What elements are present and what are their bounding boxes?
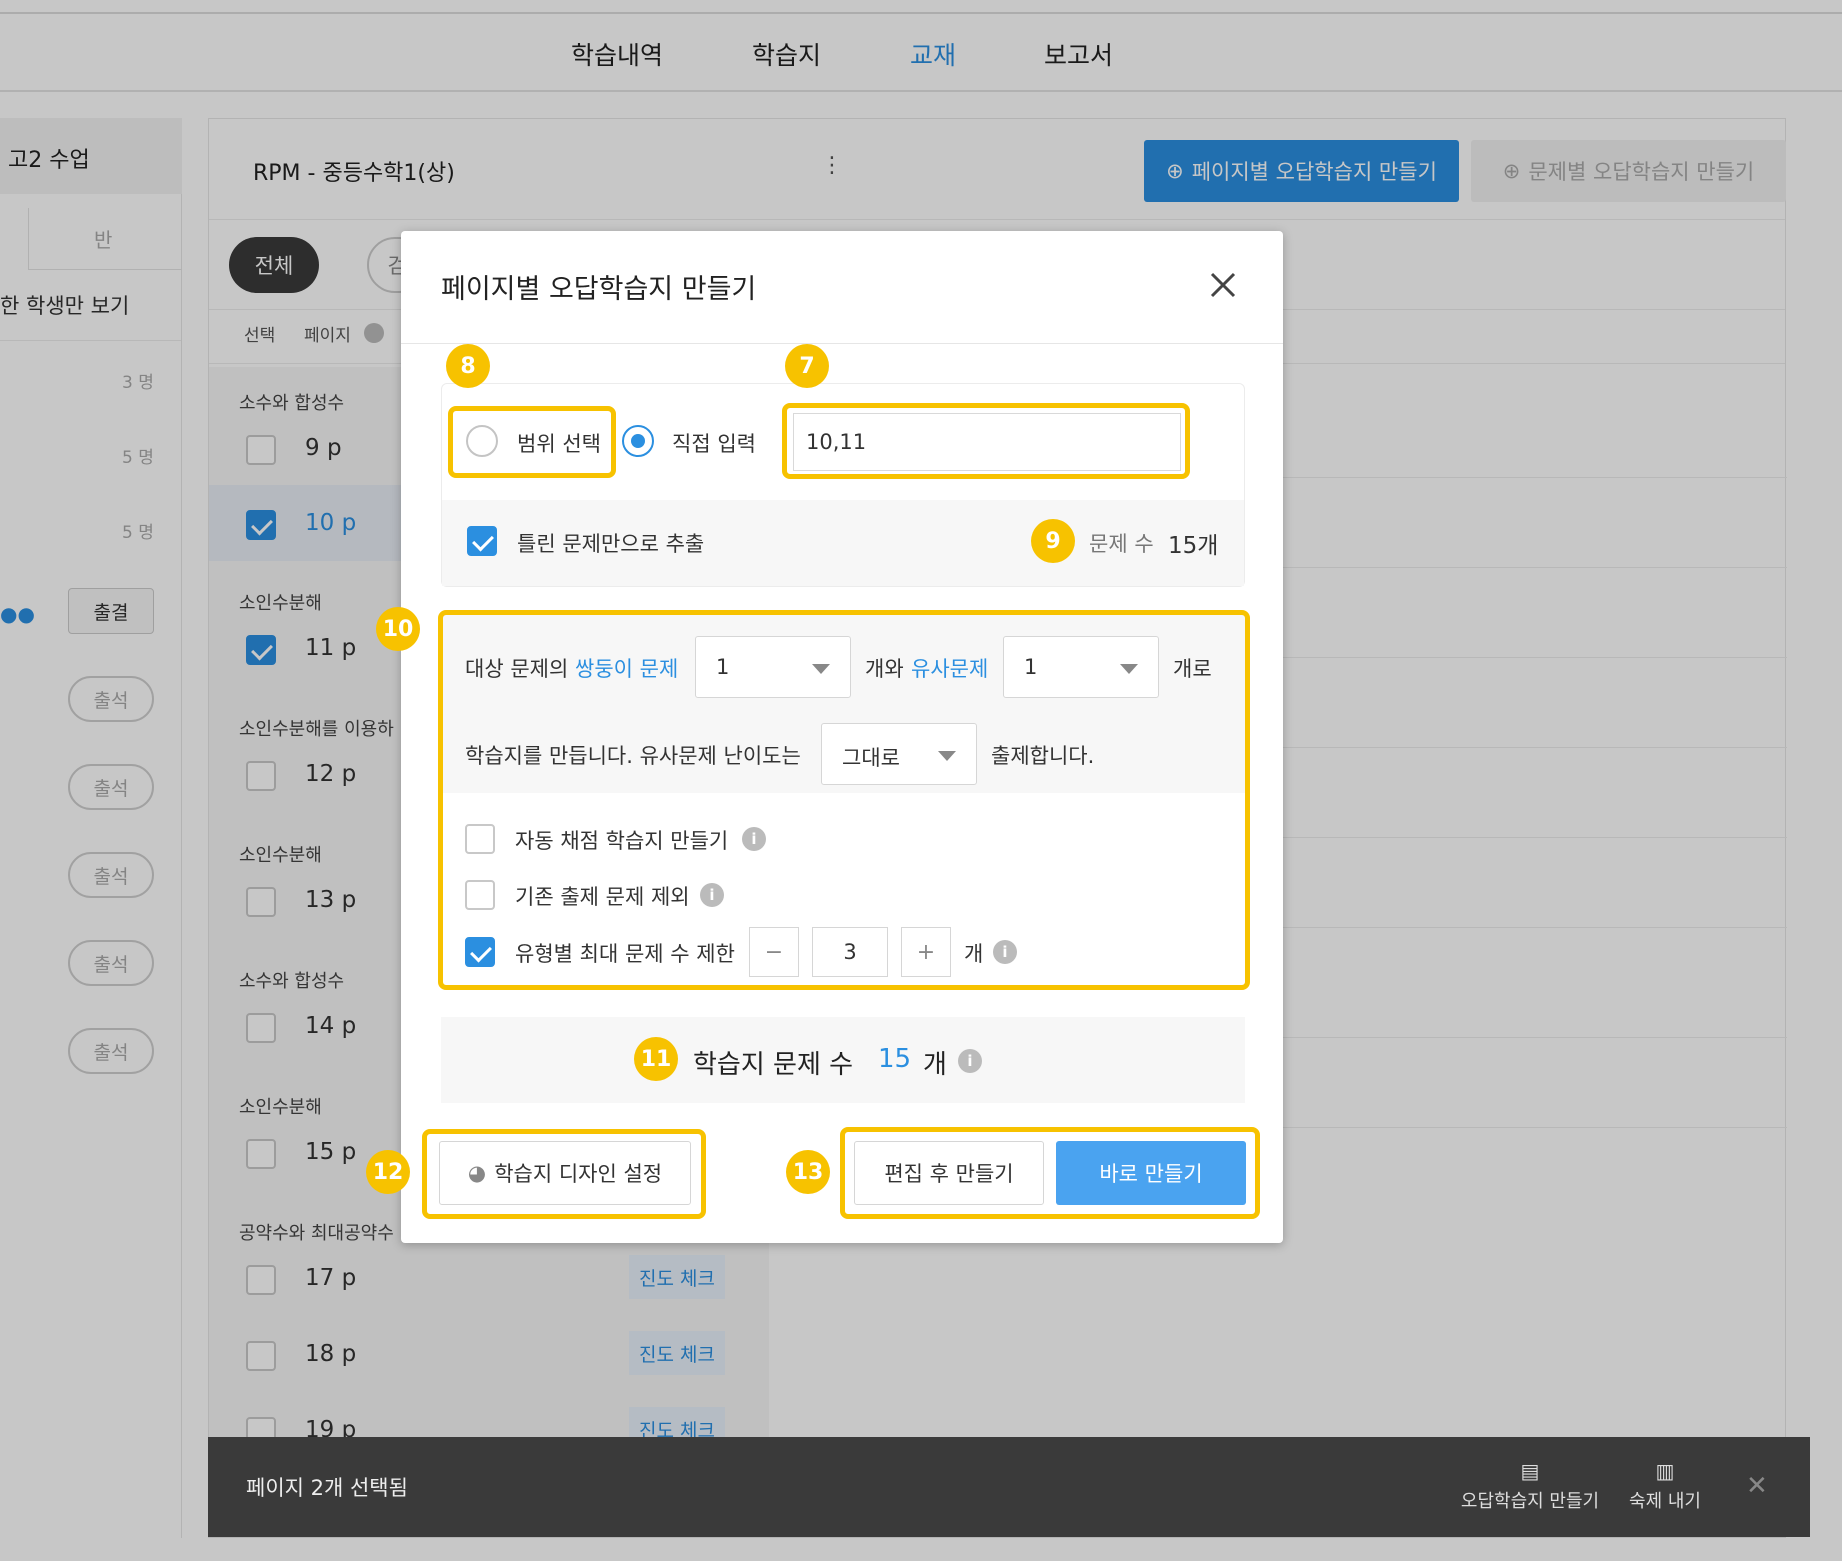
wrong-only-label: 틀린 문제만으로 추출 <box>517 532 705 556</box>
highlight-range-radio <box>448 406 616 478</box>
problem-count-label: 문제 수 <box>1089 532 1154 556</box>
radio-direct[interactable] <box>622 425 654 457</box>
problem-count-value: 15개 <box>1168 533 1219 559</box>
badge-10: 10 <box>376 607 420 651</box>
highlight-make-buttons <box>840 1127 1260 1219</box>
wrong-sheet-action[interactable]: ▤ 오답학습지 만들기 <box>1460 1459 1600 1523</box>
modal-title: 페이지별 오답학습지 만들기 <box>441 274 757 305</box>
close-icon[interactable] <box>1207 269 1239 301</box>
total-unit: 개 <box>923 1050 947 1080</box>
document-icon: ▤ <box>1520 1459 1540 1483</box>
badge-8: 8 <box>446 344 490 388</box>
close-icon[interactable]: ✕ <box>1746 1471 1768 1501</box>
badge-11: 11 <box>634 1037 678 1081</box>
highlight-options <box>438 610 1250 990</box>
homework-action[interactable]: ▥ 숙제 내기 <box>1620 1459 1710 1523</box>
total-value: 15 <box>878 1044 912 1074</box>
badge-9: 9 <box>1031 519 1075 563</box>
highlight-direct-input <box>782 403 1190 479</box>
badge-12: 12 <box>366 1150 410 1194</box>
wrong-only-checkbox[interactable] <box>467 526 497 556</box>
selection-bar: 페이지 2개 선택됨 ▤ 오답학습지 만들기 ▥ 숙제 내기 ✕ <box>208 1437 1810 1537</box>
badge-7: 7 <box>785 344 829 388</box>
selected-count: 페이지 2개 선택됨 <box>246 1476 408 1500</box>
badge-13: 13 <box>786 1150 830 1194</box>
total-label: 학습지 문제 수 <box>693 1050 854 1080</box>
info-icon[interactable]: i <box>958 1049 982 1073</box>
wrong-worksheet-modal: 페이지별 오답학습지 만들기 8 7 범위 선택 직접 입력 10,11 틀린 … <box>366 231 1283 1243</box>
radio-direct-label: 직접 입력 <box>672 432 756 456</box>
highlight-design-button <box>422 1129 706 1219</box>
book-icon: ▥ <box>1655 1459 1675 1483</box>
